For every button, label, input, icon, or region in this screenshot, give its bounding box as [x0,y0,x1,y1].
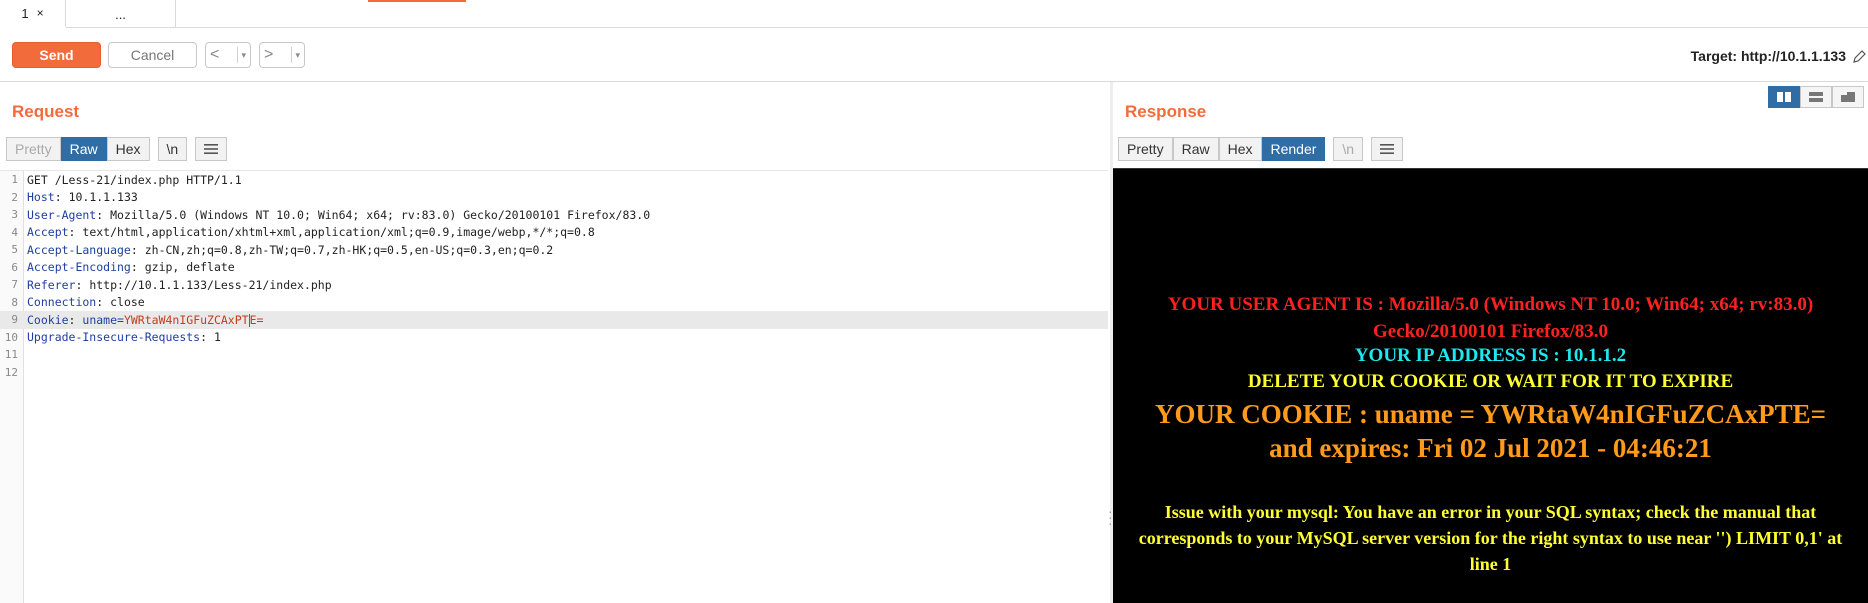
header-value: text/html,application/xhtml+xml,applicat… [82,225,595,240]
code-line[interactable]: 6 Accept-Encoding: gzip, deflate [0,259,1108,277]
newline-toggle[interactable]: \n [157,137,188,161]
delete-cookie-notice: DELETE YOUR COOKIE OR WAIT FOR IT TO EXP… [1247,371,1734,392]
tab-label: 1 [21,5,29,21]
hamburger-icon [204,144,219,154]
cookie-value: YWRtaW4nIGFuZCAxPT [123,312,249,327]
cancel-button[interactable]: Cancel [108,42,197,68]
menu-button[interactable] [1371,137,1404,161]
cookie-value-tail: E= [249,312,264,327]
cookie-text: YOUR COOKIE : uname = YWRtaW4nIGFuZCAxPT… [1154,399,1827,463]
header-value: close [110,295,145,310]
header-value: Mozilla/5.0 (Windows NT 10.0; Win64; x64… [110,207,651,222]
header-value: http://10.1.1.133/Less-21/index.php [89,277,332,292]
code-line[interactable]: 11 [0,346,1108,364]
header-value: 1 [213,330,221,345]
split-horizontal-icon[interactable] [1800,86,1832,108]
response-title: Response [1125,102,1207,121]
response-render-view[interactable]: YOUR USER AGENT IS : Mozilla/5.0 (Window… [1113,168,1868,603]
chevron-down-icon[interactable]: ▾ [291,47,300,63]
tab-render[interactable]: Render [1261,137,1326,161]
response-view-tabs: Pretty Raw Hex Render \n [1118,137,1404,161]
request-view-tabs: Pretty Raw Hex \n [6,137,228,161]
request-title: Request [12,102,80,121]
request-lines: 1 GET /Less-21/index.php HTTP/1.1 2 Host: … [0,171,1108,381]
header-key: Referer [27,277,76,292]
tabs-layout-icon[interactable] [1832,86,1864,108]
tab-pretty[interactable]: Pretty [6,137,61,161]
header-key: Cookie [27,312,69,327]
hamburger-icon [1380,144,1395,154]
pencil-icon[interactable] [1852,50,1866,64]
header-key: User-Agent [27,207,97,222]
code-line[interactable]: 12 [0,364,1108,382]
header-key: Connection [27,295,97,310]
tab-accent-bar [368,0,466,2]
newline-toggle[interactable]: \n [1333,137,1364,161]
tab-more[interactable]: ... [66,0,176,28]
target-label[interactable]: Target: http://10.1.1.133 [1691,48,1846,64]
tab-hex[interactable]: Hex [106,137,150,161]
code-line[interactable]: 7 Referer: http://10.1.1.133/Less-21/inde… [0,276,1108,294]
code-line[interactable]: 3 User-Agent: Mozilla/5.0 (Windows NT 10.… [0,206,1108,224]
header-value: 10.1.1.133 [68,190,138,205]
code-line-current[interactable]: 9 Cookie: uname=YWRtaW4nIGFuZCAxPTE= [0,311,1108,329]
user-agent-text: YOUR USER AGENT IS : Mozilla/5.0 (Window… [1167,294,1814,342]
tab-pretty[interactable]: Pretty [1118,137,1173,161]
code-line[interactable]: 1 GET /Less-21/index.php HTTP/1.1 [0,171,1108,189]
tab-hex[interactable]: Hex [1218,137,1262,161]
code-line[interactable]: 5 Accept-Language: zh-CN,zh;q=0.8,zh-TW;q… [0,241,1108,259]
chevron-left-icon: < [210,46,220,63]
cookie-name: uname= [82,312,124,327]
header-value: gzip, deflate [144,260,235,275]
tab-1[interactable]: 1 × [0,0,66,28]
header-key: Upgrade-Insecure-Requests [27,330,201,345]
request-editor[interactable]: 1 GET /Less-21/index.php HTTP/1.1 2 Host: … [0,170,1108,603]
tab-raw[interactable]: Raw [1172,137,1219,161]
forward-button[interactable]: > ▾ [259,42,305,68]
layout-switcher [1768,86,1864,108]
repeater-window: 1 × ... Send Cancel < ▾ > ▾ Target: http… [0,0,1868,603]
tab-bar: 1 × ... [0,0,1868,28]
sql-error-text: Issue with your mysql: You have an error… [1138,502,1843,574]
header-key: Accept [27,225,69,240]
tab-label: ... [115,6,126,22]
code-line[interactable]: 2 Host: 10.1.1.133 [0,189,1108,207]
chevron-right-icon: > [264,46,274,63]
chevron-down-icon[interactable]: ▾ [237,47,246,63]
header-value: zh-CN,zh;q=0.8,zh-TW;q=0.7,zh-HK;q=0.5,e… [144,242,554,257]
header-key: Accept-Encoding [27,260,131,275]
code-line[interactable]: 4 Accept: text/html,application/xhtml+xml… [0,224,1108,242]
back-button[interactable]: < ▾ [205,42,251,68]
code-line[interactable]: 10 Upgrade-Insecure-Requests: 1 [0,329,1108,347]
split-vertical-icon[interactable] [1768,86,1800,108]
ip-address-text: YOUR IP ADDRESS IS : 10.1.1.2 [1354,345,1627,366]
code-line[interactable]: 8 Connection: close [0,294,1108,312]
tab-raw[interactable]: Raw [60,137,107,161]
drag-handle-icon[interactable]: · · · [1108,504,1113,530]
header-key: Host [27,190,55,205]
menu-button[interactable] [195,137,228,161]
send-button[interactable]: Send [12,42,101,68]
toolbar: Send Cancel < ▾ > ▾ Target: http://10.1.… [0,28,1868,82]
close-icon[interactable]: × [37,6,44,20]
header-key: Accept-Language [27,242,131,257]
